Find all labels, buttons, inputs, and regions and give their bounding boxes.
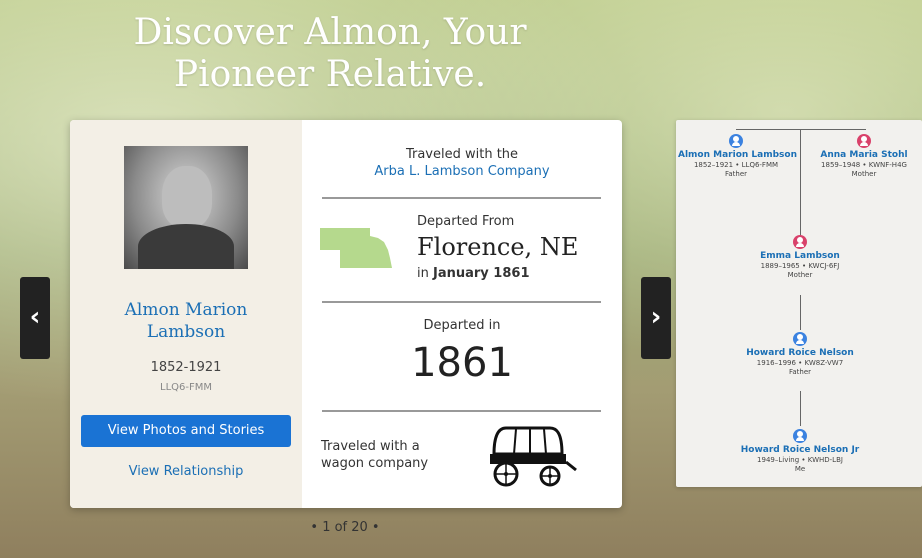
covered-wagon-icon: [490, 426, 577, 487]
tree-node-info: 1949–Living • KWHD-LBJ: [757, 456, 843, 464]
ancestor-lifespan: 1852-1921: [150, 360, 222, 375]
ancestor-photo: [124, 146, 248, 269]
traveled-with-section: Traveled with the Arba L. Lambson Compan…: [302, 146, 622, 180]
tree-node-info: 1859–1948 • KWNF-H4G: [821, 161, 907, 169]
tree-node-name: Almon Marion Lambson: [678, 150, 798, 160]
hero-title: Discover Almon, Your Pioneer Relative.: [90, 12, 570, 96]
tree-node-relation: Father: [788, 368, 812, 376]
chevron-left-icon: ‹: [29, 302, 41, 332]
divider: [322, 410, 601, 412]
tree-node-relation: Mother: [851, 170, 877, 178]
ancestor-profile-panel: Almon Marion Lambson 1852-1921 LLQ6-FMM …: [70, 120, 302, 508]
journey-panel: Traveled with the Arba L. Lambson Compan…: [302, 120, 622, 508]
tree-node-father[interactable]: Almon Marion Lambson 1852–1921 • LLQ6-FM…: [678, 134, 798, 179]
departed-from-date: in January 1861: [417, 266, 529, 281]
carousel-pager: • 1 of 20 •: [310, 520, 380, 535]
tree-node-relation: Mother: [787, 271, 813, 279]
tree-node-info: 1916–1996 • KW8Z-VW7: [756, 359, 844, 367]
ancestor-name-line-1: Almon Marion: [124, 300, 248, 320]
departed-in-year: 1861: [411, 340, 513, 386]
departed-from-label: Departed From: [417, 214, 515, 229]
ancestor-name-link[interactable]: Almon Marion Lambson: [70, 299, 302, 343]
ancestor-pid: LLQ6-FMM: [160, 382, 212, 393]
divider: [322, 301, 601, 303]
ancestor-card: Almon Marion Lambson 1852-1921 LLQ6-FMM …: [70, 120, 622, 508]
tree-node-self[interactable]: Howard Roice Nelson Jr 1949–Living • KWH…: [730, 429, 870, 474]
departed-from-in-label: in: [417, 266, 429, 281]
wagon-text-line-2: wagon company: [321, 456, 429, 471]
male-person-icon: [729, 134, 743, 148]
ancestor-name-line-2: Lambson: [146, 322, 226, 342]
departed-in-label: Departed in: [423, 318, 501, 333]
male-person-icon: [793, 332, 807, 346]
tree-node-name: Howard Roice Nelson: [746, 348, 854, 358]
tree-node-gen2[interactable]: Emma Lambson 1889–1965 • KWCJ-6FJ Mother: [740, 235, 860, 280]
departed-from-place: Florence, NE: [417, 233, 579, 261]
nebraska-map-icon: [320, 228, 392, 268]
hero-title-line-1: Discover Almon, Your: [133, 12, 527, 53]
view-photos-and-stories-button[interactable]: View Photos and Stories: [81, 415, 291, 447]
departed-from-month: January 1861: [433, 266, 530, 281]
female-person-icon: [857, 134, 871, 148]
wagon-text-line-1: Traveled with a: [321, 439, 420, 454]
tree-node-gen3[interactable]: Howard Roice Nelson 1916–1996 • KW8Z-VW7…: [740, 332, 860, 377]
traveled-with-label: Traveled with the: [405, 147, 519, 162]
tree-node-relation: Father: [724, 170, 748, 178]
tree-node-info: 1889–1965 • KWCJ-6FJ: [760, 262, 840, 270]
view-relationship-link[interactable]: View Relationship: [70, 464, 302, 479]
divider: [322, 197, 601, 199]
tree-connector: [800, 295, 801, 330]
tree-node-name: Anna Maria Stohl: [820, 150, 908, 160]
company-link[interactable]: Arba L. Lambson Company: [302, 163, 622, 180]
tree-connector: [800, 129, 801, 237]
tree-node-mother[interactable]: Anna Maria Stohl 1859–1948 • KWNF-H4G Mo…: [806, 134, 922, 179]
previous-arrow-button[interactable]: ‹: [20, 277, 50, 359]
tree-connector: [800, 391, 801, 426]
relationship-tree-panel: Almon Marion Lambson 1852–1921 • LLQ6-FM…: [676, 120, 922, 487]
tree-node-relation: Me: [794, 465, 806, 473]
tree-node-info: 1852–1921 • LLQ6-FMM: [693, 161, 779, 169]
male-person-icon: [793, 429, 807, 443]
tree-node-name: Emma Lambson: [760, 251, 840, 261]
female-person-icon: [793, 235, 807, 249]
tree-node-name: Howard Roice Nelson Jr: [740, 445, 860, 455]
tree-connector: [736, 129, 866, 130]
wagon-company-text: Traveled with a wagon company: [321, 438, 428, 472]
chevron-right-icon: ›: [650, 302, 662, 332]
next-arrow-button[interactable]: ›: [641, 277, 671, 359]
hero-title-line-2: Pioneer Relative.: [173, 54, 487, 95]
